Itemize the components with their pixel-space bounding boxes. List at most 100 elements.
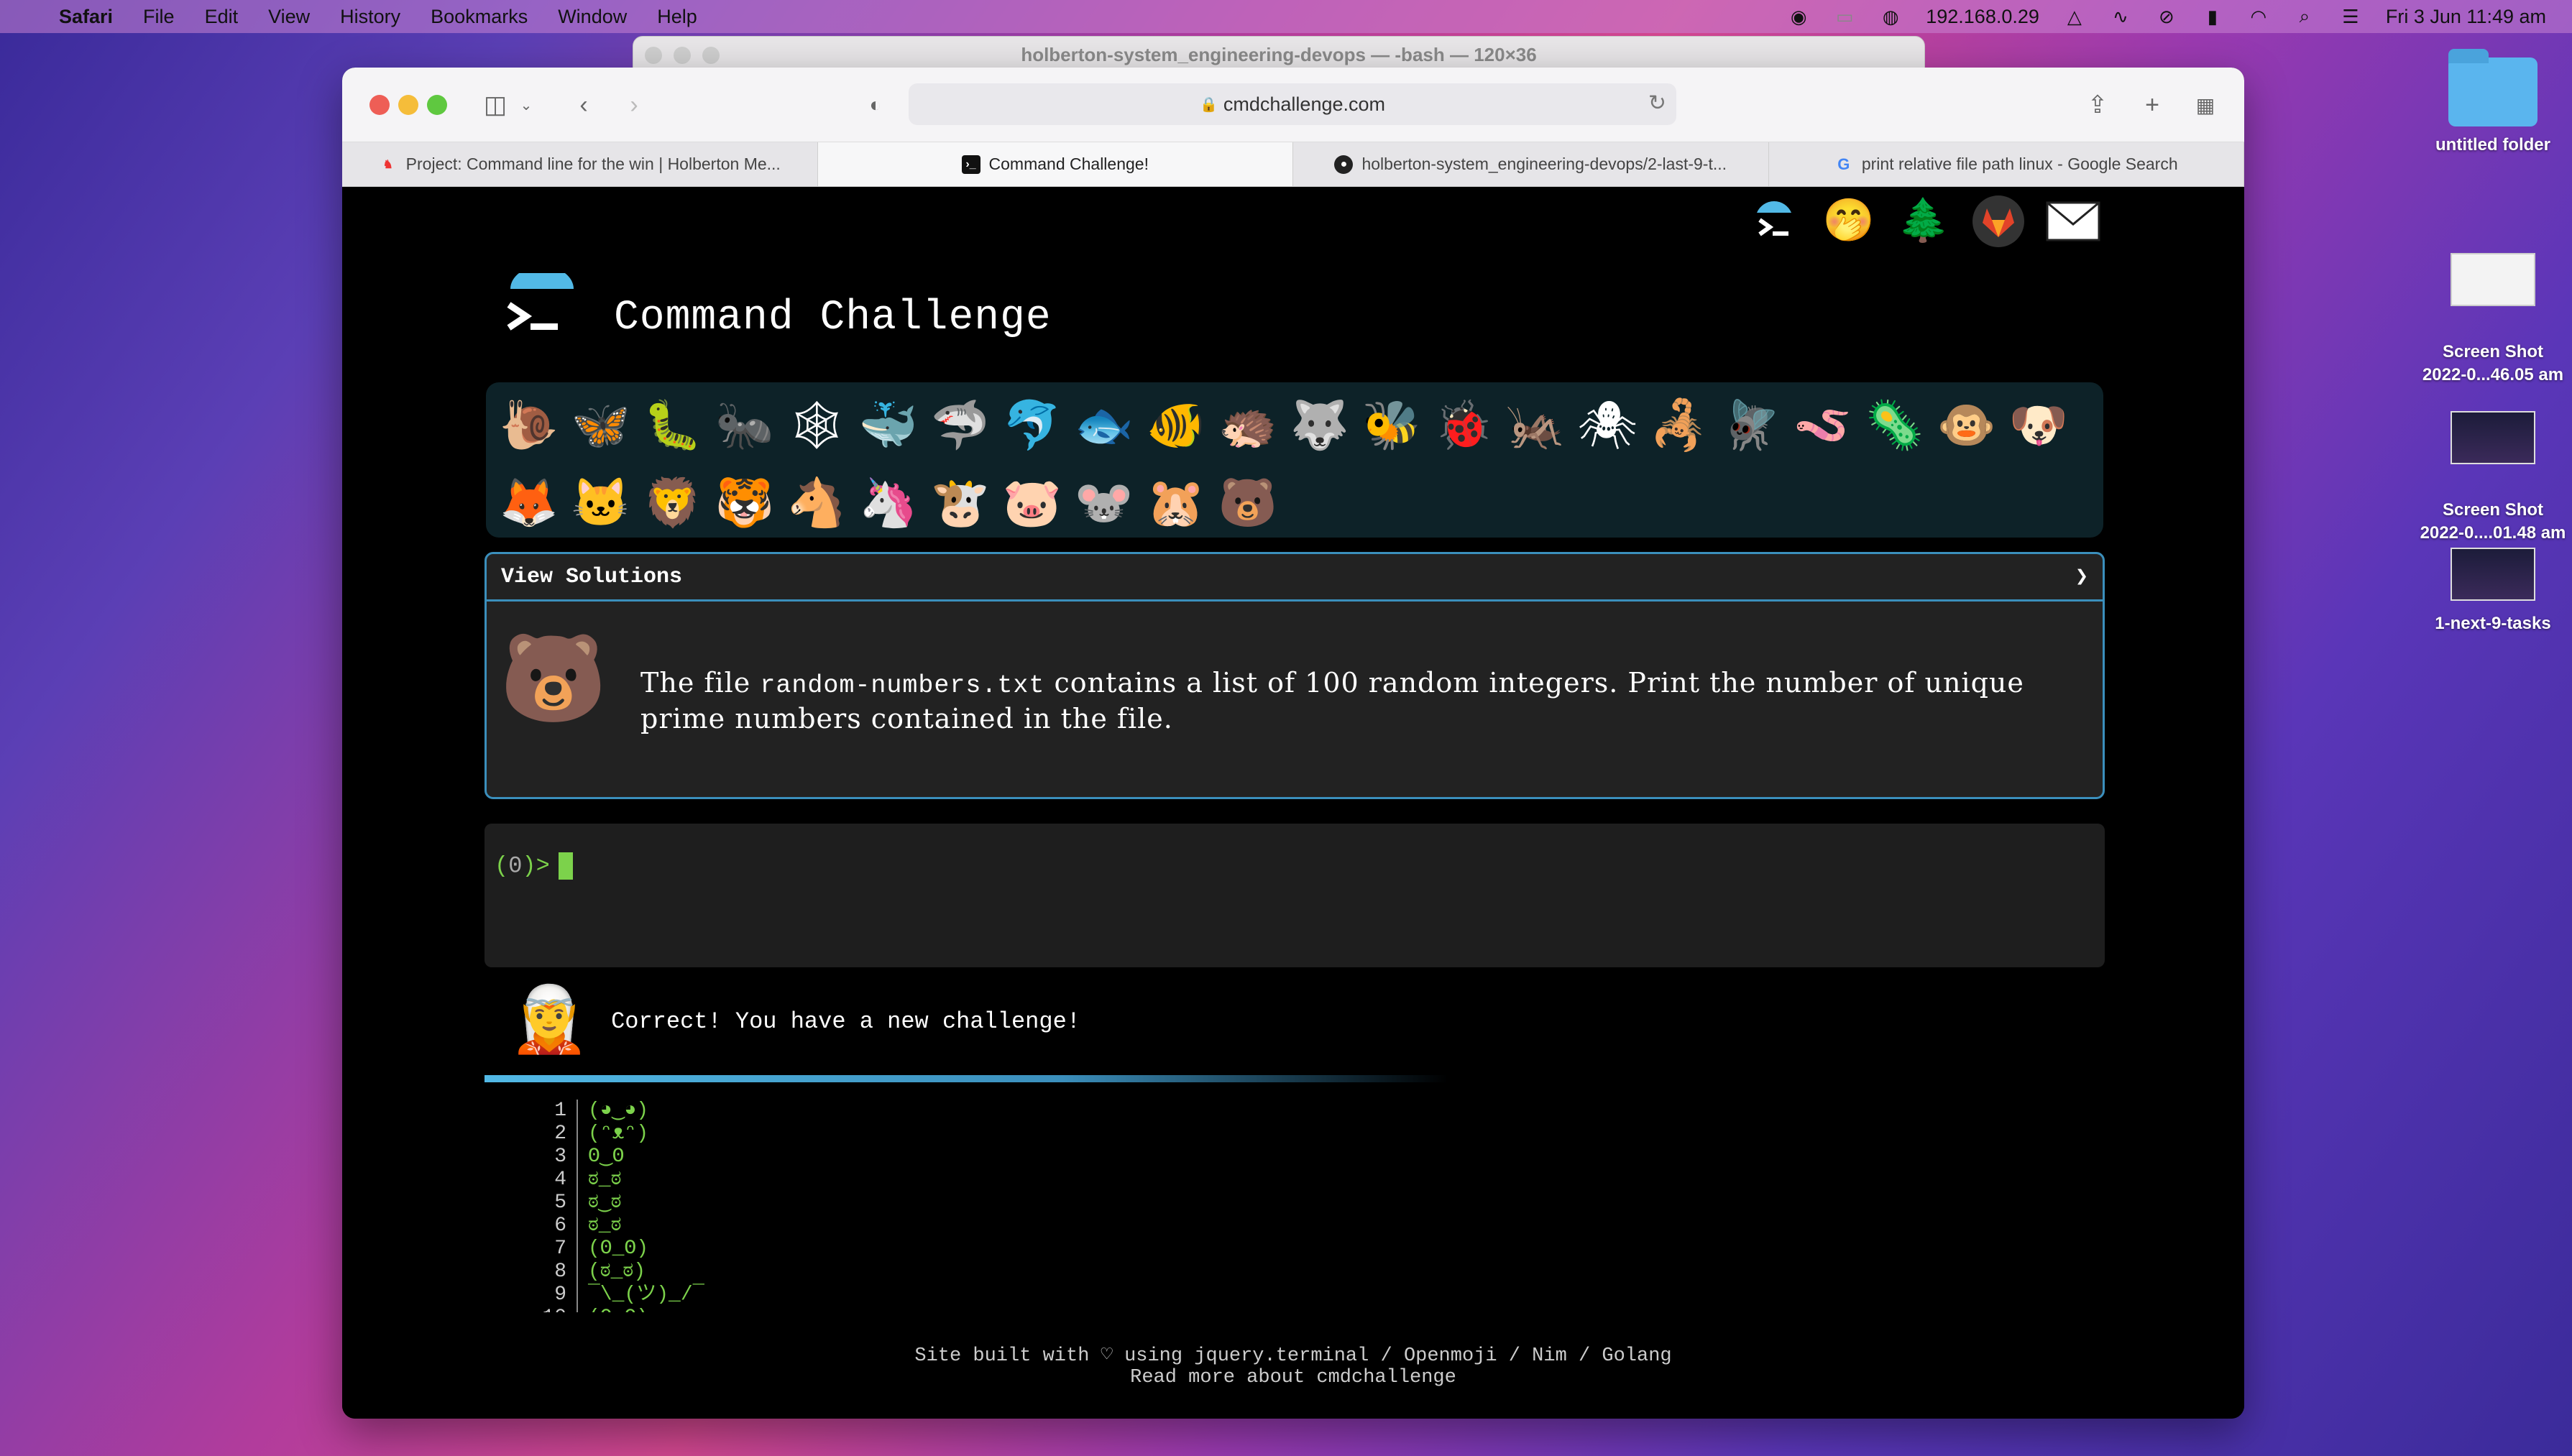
menu-edit[interactable]: Edit <box>205 6 239 28</box>
forward-button[interactable]: › <box>620 88 648 122</box>
bear-icon: 🐻 <box>500 637 607 734</box>
footer-read-more-link[interactable]: Read more about cmdchallenge <box>342 1367 2244 1388</box>
menu-history[interactable]: History <box>340 6 400 28</box>
ip-address[interactable]: 192.168.0.29 <box>1926 6 2039 28</box>
animal-icon[interactable]: 🐜 <box>709 388 781 466</box>
desktop-screenshot-1[interactable]: Screen Shot 2022-0...46.05 am <box>2414 230 2572 410</box>
gitlab-icon[interactable] <box>1971 194 2026 249</box>
globe-icon[interactable]: ◍ <box>1880 6 1901 27</box>
wifi-icon[interactable]: ◠ <box>2248 6 2269 27</box>
animal-icon[interactable]: 🪱 <box>1787 388 1859 466</box>
animal-icon[interactable]: 🦔 <box>1212 388 1284 466</box>
safari-window: ◫ ⌄ ‹ › ◐ 🔒 cmdchallenge.com ↻ ⇪ + ▦ ♞ P… <box>342 68 2244 1419</box>
share-icon[interactable]: ⇪ <box>2083 88 2112 122</box>
new-tab-icon[interactable]: + <box>2138 88 2167 122</box>
terminal-icon[interactable] <box>1747 194 1801 249</box>
minimize-window-button[interactable] <box>398 95 418 115</box>
tab-overview-icon[interactable]: ▦ <box>2191 88 2220 122</box>
animal-icon[interactable]: 🐠 <box>1140 388 1212 466</box>
output-text: ¯\_(ツ)_/¯ <box>588 1284 705 1306</box>
tree-icon[interactable]: 🌲 <box>1896 194 1951 249</box>
animal-icon[interactable]: 🕸 <box>781 388 853 466</box>
output-text: (ᵔᴥᵔ) <box>588 1123 649 1145</box>
line-number: 3 <box>536 1146 578 1169</box>
menu-bookmarks[interactable]: Bookmarks <box>431 6 528 28</box>
reload-icon[interactable]: ↻ <box>1648 91 1666 116</box>
animal-icon[interactable]: 🐻 <box>1212 466 1284 543</box>
shushing-face-icon[interactable]: 🤭 <box>1822 194 1876 249</box>
tab-google[interactable]: G print relative file path linux - Googl… <box>1769 142 2244 186</box>
view-solutions-toggle[interactable]: View Solutions ❯ <box>487 554 2103 602</box>
animal-icon[interactable]: 🐝 <box>1356 388 1428 466</box>
animal-icon[interactable]: 🐮 <box>924 466 996 543</box>
animal-icon[interactable]: 🐷 <box>996 466 1068 543</box>
animal-icon[interactable]: 🐯 <box>709 466 781 543</box>
screenshot-thumbnail-icon <box>2451 411 2535 464</box>
animal-icon[interactable]: 🐬 <box>996 388 1068 466</box>
folder-icon <box>2448 49 2537 126</box>
tab-github[interactable]: ● holberton-system_engineering-devops/2-… <box>1293 142 1769 186</box>
animal-icon[interactable]: 🦠 <box>1859 388 1931 466</box>
animal-icon[interactable]: 🐴 <box>781 466 853 543</box>
animal-icon[interactable]: 🐟 <box>1068 388 1140 466</box>
output-line: 10(ʘ‿ʘ) <box>536 1307 704 1312</box>
github-favicon-icon: ● <box>1334 155 1354 174</box>
envelope-icon[interactable] <box>2046 194 2100 249</box>
menu-file[interactable]: File <box>143 6 175 28</box>
animal-icon[interactable]: 🐹 <box>1140 466 1212 543</box>
mute-icon[interactable]: ⊘ <box>2156 6 2177 27</box>
animal-icon[interactable]: 🐳 <box>853 388 924 466</box>
menu-help[interactable]: Help <box>657 6 697 28</box>
desktop-screenshot-3[interactable]: 1-next-9-tasks <box>2414 548 2572 635</box>
screenshot-thumbnail-icon <box>2451 253 2535 306</box>
desktop-folder[interactable]: untitled folder <box>2414 49 2572 157</box>
line-number: 7 <box>536 1238 578 1261</box>
back-button[interactable]: ‹ <box>569 88 598 122</box>
animal-icon[interactable]: 🦂 <box>1643 388 1715 466</box>
output-line: 8 (ಠ_ಠ) <box>536 1261 704 1284</box>
clock[interactable]: Fri 3 Jun 11:49 am <box>2386 6 2546 28</box>
animal-icon[interactable]: 🪰 <box>1715 388 1787 466</box>
control-center-icon[interactable]: ☰ <box>2340 6 2361 27</box>
animal-icon[interactable]: 🐱 <box>565 466 637 543</box>
animal-icon[interactable]: 🕷 <box>1571 388 1643 466</box>
animal-icon[interactable]: 🐺 <box>1284 388 1356 466</box>
terminal-input[interactable]: (0)> <box>484 824 2105 967</box>
animal-icon[interactable]: 🐭 <box>1068 466 1140 543</box>
animal-icon[interactable]: 🐛 <box>637 388 709 466</box>
address-bar[interactable]: 🔒 cmdchallenge.com ↻ <box>909 83 1676 125</box>
browser-toolbar: ◫ ⌄ ‹ › ◐ 🔒 cmdchallenge.com ↻ ⇪ + ▦ <box>342 68 2244 142</box>
status-circle-icon[interactable]: ◉ <box>1788 6 1809 27</box>
command-output: 1 (◕‿◕) 2 (ᵔᴥᵔ) 3 ʘ‿ʘ 4 ಠ_ಠ 5 ಠ‿ಠ 6 ಠ_ಠ 7 (ʘ_ʘ) 8 (ಠ_ಠ)… <box>536 1100 704 1312</box>
search-icon[interactable]: ⌕ <box>2294 5 2315 27</box>
animal-icon[interactable]: 🦄 <box>853 466 924 543</box>
close-window-button[interactable] <box>369 95 390 115</box>
menu-view[interactable]: View <box>268 6 310 28</box>
privacy-shield-icon[interactable]: ◐ <box>861 88 890 122</box>
animal-icon[interactable]: 🐌 <box>493 388 565 466</box>
desktop-item-label: untitled folder <box>2435 135 2550 155</box>
desktop-screenshot-2[interactable]: Screen Shot 2022-0....01.48 am <box>2414 388 2572 568</box>
tab-command-challenge[interactable]: ›_ Command Challenge! <box>817 142 1293 186</box>
animal-icon[interactable]: 🦋 <box>565 388 637 466</box>
animal-icon[interactable]: 🦁 <box>637 466 709 543</box>
animal-icon[interactable]: 🐵 <box>1931 388 2003 466</box>
zoom-window-button[interactable] <box>427 95 447 115</box>
animal-icon[interactable]: 🦊 <box>493 466 565 543</box>
animal-icon[interactable]: 🐞 <box>1428 388 1499 466</box>
menu-app-name[interactable]: Safari <box>59 6 113 28</box>
terminal-cursor <box>558 852 573 880</box>
chevron-down-icon[interactable]: ⌄ <box>518 88 535 122</box>
menu-window[interactable]: Window <box>558 6 627 28</box>
animal-icon[interactable]: 🦈 <box>924 388 996 466</box>
battery-icon[interactable]: ▮ <box>2202 6 2223 27</box>
output-line: 7 (ʘ_ʘ) <box>536 1238 704 1261</box>
translate-icon[interactable]: ▭ <box>1834 6 1855 27</box>
view-solutions-label: View Solutions <box>501 564 683 589</box>
activity-icon[interactable]: ∿ <box>2110 6 2131 27</box>
animal-icon[interactable]: 🐶 <box>2003 388 2075 466</box>
sidebar-toggle-icon[interactable]: ◫ <box>479 88 512 122</box>
tab-holberton[interactable]: ♞ Project: Command line for the win | Ho… <box>342 142 818 186</box>
delta-icon[interactable]: △ <box>2064 6 2085 27</box>
animal-icon[interactable]: 🦗 <box>1499 388 1571 466</box>
